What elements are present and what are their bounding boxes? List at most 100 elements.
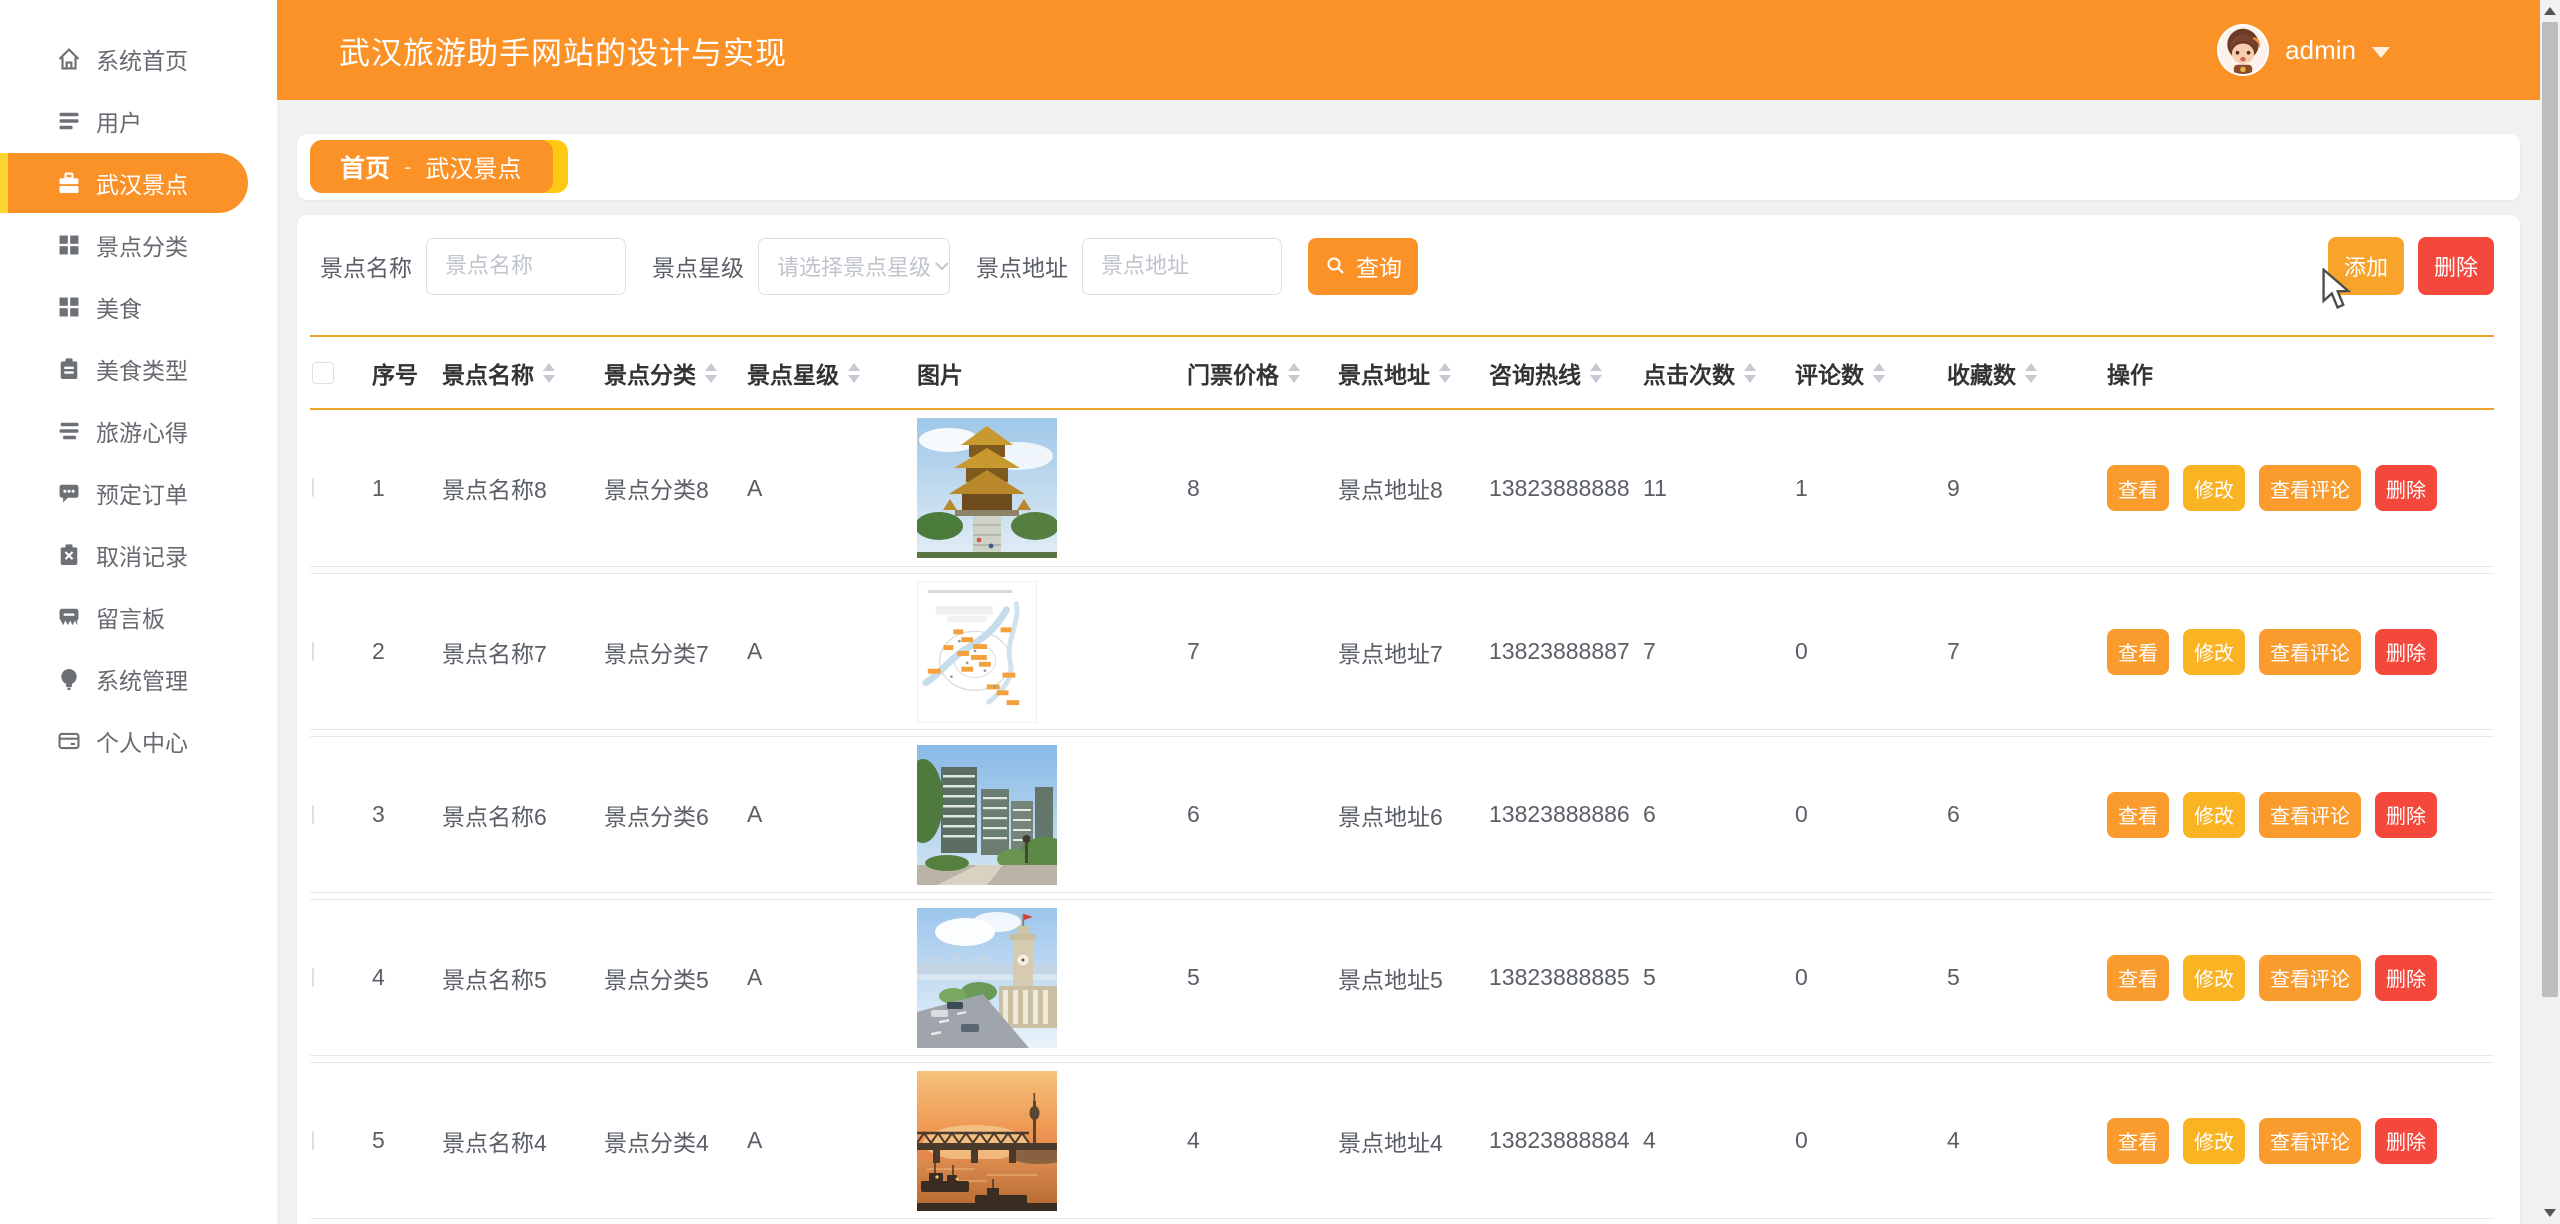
sidebar-item-food[interactable]: 美食 bbox=[0, 276, 277, 338]
scenic-name-input[interactable] bbox=[426, 238, 626, 295]
row-checkbox[interactable] bbox=[312, 642, 314, 661]
grid-icon bbox=[56, 232, 82, 258]
grid-icon bbox=[56, 294, 82, 320]
sidebar-item-users[interactable]: 用户 bbox=[0, 90, 277, 152]
delete-row-button[interactable]: 删除 bbox=[2375, 792, 2437, 838]
list-panel: 景点名称 景点星级 请选择景点星级 景点地址 查询 添加 删除 序号 bbox=[297, 215, 2520, 1224]
clipboard-x-icon bbox=[56, 542, 82, 568]
table-row: 4 景点名称5 景点分类5 A bbox=[310, 899, 2494, 1056]
sort-icons[interactable] bbox=[1873, 363, 1885, 383]
users-list-icon bbox=[56, 108, 82, 134]
sort-icons[interactable] bbox=[1288, 363, 1300, 383]
id-card-icon bbox=[56, 728, 82, 754]
edit-button[interactable]: 修改 bbox=[2183, 465, 2245, 511]
main-content: 首页 - 武汉景点 景点名称 景点星级 请选择景点星级 景点地址 查询 添加 bbox=[277, 100, 2540, 1224]
scroll-down-button[interactable] bbox=[2540, 1202, 2560, 1224]
col-star[interactable]: 景点星级 bbox=[747, 356, 917, 390]
col-name[interactable]: 景点名称 bbox=[442, 356, 604, 390]
sort-icons[interactable] bbox=[705, 363, 717, 383]
row-checkbox[interactable] bbox=[312, 968, 314, 987]
col-seq: 序号 bbox=[372, 356, 442, 390]
scenic-address-input[interactable] bbox=[1082, 238, 1282, 295]
edit-button[interactable]: 修改 bbox=[2183, 629, 2245, 675]
col-comments[interactable]: 评论数 bbox=[1795, 356, 1947, 390]
sidebar-item-label: 系统管理 bbox=[96, 662, 188, 696]
row-checkbox[interactable] bbox=[312, 805, 314, 824]
view-button[interactable]: 查看 bbox=[2107, 955, 2169, 1001]
sort-icons[interactable] bbox=[543, 363, 555, 383]
yellow-crane-tower-photo bbox=[917, 418, 1057, 558]
sidebar-item-label: 系统首页 bbox=[96, 42, 188, 76]
chat-icon bbox=[56, 480, 82, 506]
sidebar-item-label: 用户 bbox=[96, 104, 142, 138]
delete-row-button[interactable]: 删除 bbox=[2375, 465, 2437, 511]
delete-row-button[interactable]: 删除 bbox=[2375, 1118, 2437, 1164]
sort-icons[interactable] bbox=[1744, 363, 1756, 383]
sort-icons[interactable] bbox=[848, 363, 860, 383]
chevron-down-icon bbox=[2372, 47, 2390, 58]
sidebar-item-label: 取消记录 bbox=[96, 538, 188, 572]
col-address[interactable]: 景点地址 bbox=[1338, 356, 1489, 390]
row-actions: 查看 修改 查看评论 删除 bbox=[2107, 792, 2494, 838]
breadcrumb-home-link[interactable]: 首页 bbox=[340, 149, 390, 185]
sidebar-item-food-type[interactable]: 美食类型 bbox=[0, 338, 277, 400]
sidebar-item-wuhan-scenic[interactable]: 武汉景点 bbox=[0, 153, 248, 213]
col-hotline[interactable]: 咨询热线 bbox=[1489, 356, 1643, 390]
view-comments-button[interactable]: 查看评论 bbox=[2259, 1118, 2361, 1164]
view-button[interactable]: 查看 bbox=[2107, 629, 2169, 675]
search-button[interactable]: 查询 bbox=[1308, 238, 1418, 295]
row-actions: 查看 修改 查看评论 删除 bbox=[2107, 955, 2494, 1001]
sort-icons[interactable] bbox=[2025, 363, 2037, 383]
col-photo: 图片 bbox=[917, 356, 1187, 390]
view-comments-button[interactable]: 查看评论 bbox=[2259, 465, 2361, 511]
col-favorites[interactable]: 收藏数 bbox=[1947, 356, 2107, 390]
view-comments-button[interactable]: 查看评论 bbox=[2259, 629, 2361, 675]
briefcase-icon bbox=[56, 170, 82, 196]
sort-icons[interactable] bbox=[1439, 363, 1451, 383]
select-all-checkbox[interactable] bbox=[312, 362, 334, 384]
sidebar-item-personal-center[interactable]: 个人中心 bbox=[0, 710, 277, 772]
sidebar-item-label: 美食类型 bbox=[96, 352, 188, 386]
table-toolbar: 添加 删除 bbox=[2328, 237, 2494, 295]
col-category[interactable]: 景点分类 bbox=[604, 356, 747, 390]
sidebar-item-booking-orders[interactable]: 预定订单 bbox=[0, 462, 277, 524]
user-menu[interactable]: admin bbox=[2217, 0, 2390, 100]
row-checkbox[interactable] bbox=[312, 1131, 314, 1150]
edit-button[interactable]: 修改 bbox=[2183, 1118, 2245, 1164]
residential-buildings-photo bbox=[917, 745, 1057, 885]
sidebar-item-system-home[interactable]: 系统首页 bbox=[0, 28, 277, 90]
row-actions: 查看 修改 查看评论 删除 bbox=[2107, 1118, 2494, 1164]
col-clicks[interactable]: 点击次数 bbox=[1643, 356, 1795, 390]
view-comments-button[interactable]: 查看评论 bbox=[2259, 792, 2361, 838]
view-button[interactable]: 查看 bbox=[2107, 792, 2169, 838]
breadcrumb-current: 武汉景点 bbox=[425, 149, 521, 184]
river-bridge-sunset-photo bbox=[917, 1071, 1057, 1211]
scroll-up-icon bbox=[2544, 7, 2556, 15]
edit-button[interactable]: 修改 bbox=[2183, 955, 2245, 1001]
edit-button[interactable]: 修改 bbox=[2183, 792, 2245, 838]
row-checkbox[interactable] bbox=[312, 478, 314, 497]
sidebar-item-travel-notes[interactable]: 旅游心得 bbox=[0, 400, 277, 462]
sidebar-item-cancel-records[interactable]: 取消记录 bbox=[0, 524, 277, 586]
sidebar-item-message-board[interactable]: 留言板 bbox=[0, 586, 277, 648]
add-button[interactable]: 添加 bbox=[2328, 237, 2404, 295]
delete-row-button[interactable]: 删除 bbox=[2375, 629, 2437, 675]
sidebar-item-label: 个人中心 bbox=[96, 724, 188, 758]
view-button[interactable]: 查看 bbox=[2107, 465, 2169, 511]
view-comments-button[interactable]: 查看评论 bbox=[2259, 955, 2361, 1001]
sort-icons[interactable] bbox=[1590, 363, 1602, 383]
breadcrumb: 首页 - 武汉景点 bbox=[310, 140, 568, 193]
home-icon bbox=[56, 46, 82, 72]
scrollbar-thumb[interactable] bbox=[2542, 22, 2558, 997]
sidebar: 系统首页 用户 武汉景点 景点分类 美食 美食类型 旅游心得 预定订单 取消记录… bbox=[0, 0, 277, 1224]
delete-button[interactable]: 删除 bbox=[2418, 237, 2494, 295]
col-price[interactable]: 门票价格 bbox=[1187, 356, 1338, 390]
delete-row-button[interactable]: 删除 bbox=[2375, 955, 2437, 1001]
scroll-up-button[interactable] bbox=[2540, 0, 2560, 22]
avatar bbox=[2217, 24, 2269, 76]
row-actions: 查看 修改 查看评论 删除 bbox=[2107, 629, 2494, 675]
scenic-star-select[interactable]: 请选择景点星级 bbox=[758, 238, 950, 295]
sidebar-item-scenic-category[interactable]: 景点分类 bbox=[0, 214, 277, 276]
sidebar-item-system-management[interactable]: 系统管理 bbox=[0, 648, 277, 710]
view-button[interactable]: 查看 bbox=[2107, 1118, 2169, 1164]
